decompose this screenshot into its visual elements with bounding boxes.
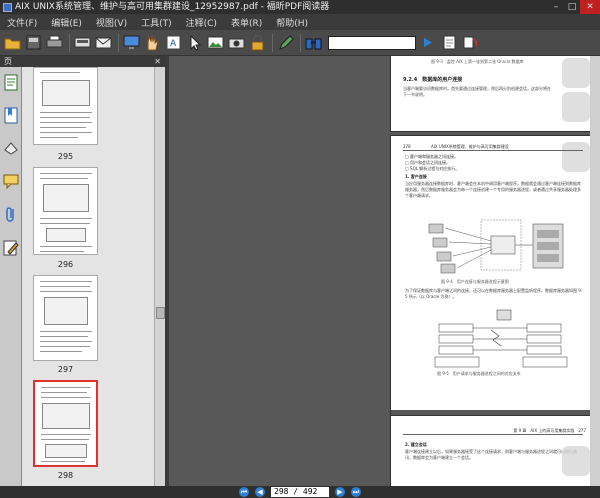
sidebar-scrollbar[interactable] bbox=[154, 67, 165, 486]
menu-edit[interactable]: 编辑(E) bbox=[44, 16, 89, 29]
section-heading: 1. 客户连接 bbox=[405, 174, 427, 179]
document-scrollbar[interactable] bbox=[590, 56, 600, 486]
maximize-button[interactable]: □ bbox=[564, 0, 580, 14]
body-text: 客户端连接建立以后，如果服务器接受了这个连接请求，则客户端与服务器进程之间就可以… bbox=[405, 449, 577, 460]
watermark bbox=[562, 58, 590, 88]
process-diagram bbox=[434, 309, 568, 368]
page-number: 278 bbox=[403, 144, 411, 149]
window-title: AIX UNIX系统管理、维护与高可用集群建设_12952987.pdf - 福… bbox=[15, 2, 330, 12]
figure-caption: 图 9-5 用户请求与服务器进程之间的对应关系 bbox=[437, 371, 521, 376]
sidebar-close-icon[interactable]: ✕ bbox=[154, 56, 161, 67]
first-page-icon[interactable]: ⏮ bbox=[239, 487, 249, 497]
body-text: 为了保证数据库与客户端之间的连接，还可以在数据库服务器上配置监听程序，数据库服务… bbox=[405, 288, 583, 299]
figure-caption: 图 9-3 监控 AIX 上第一张到第二张 Oracle 数据库 bbox=[431, 59, 524, 64]
menu-view[interactable]: 视图(V) bbox=[89, 16, 134, 29]
section-heading: 9.2.4 数据库的用户连接 bbox=[403, 77, 463, 83]
sign-tab[interactable] bbox=[2, 237, 20, 257]
binoculars-icon[interactable] bbox=[304, 33, 323, 52]
network-diagram bbox=[428, 219, 564, 274]
menu-help[interactable]: 帮助(H) bbox=[269, 16, 315, 29]
email-icon[interactable] bbox=[94, 33, 113, 52]
toolbar-separator bbox=[69, 33, 70, 52]
thumbnail-panel: 295 296 297 298 bbox=[22, 67, 154, 486]
print-icon[interactable] bbox=[24, 33, 43, 52]
next-page-icon[interactable]: ▶ bbox=[335, 487, 345, 497]
rotate-icon[interactable] bbox=[461, 33, 480, 52]
body-text: 当客户端要访问数据库时，首先要通过连接管理，然后再分别创建会话，这部分将在下一节… bbox=[403, 86, 551, 97]
snapshot-icon[interactable] bbox=[227, 33, 246, 52]
fit-page-icon[interactable] bbox=[440, 33, 459, 52]
body-text: 当应用服务器连接数据库时，客户端会在本机中调用客户端程序，数据就会通过客户端连接… bbox=[405, 181, 581, 198]
thumbnail-label: 295 bbox=[57, 152, 74, 161]
lock-icon[interactable] bbox=[248, 33, 267, 52]
menu-bar: 文件(F) 编辑(E) 视图(V) 工具(T) 注释(C) 表单(R) 帮助(H… bbox=[0, 14, 600, 30]
menu-file[interactable]: 文件(F) bbox=[0, 16, 44, 29]
menu-comments[interactable]: 注释(C) bbox=[179, 16, 224, 29]
sidebar-header: 页 ✕ bbox=[0, 56, 165, 67]
open-icon[interactable] bbox=[3, 33, 22, 52]
last-page-icon[interactable]: ⏭ bbox=[351, 487, 361, 497]
page-thumbnail-298[interactable] bbox=[33, 380, 98, 467]
close-button[interactable]: ✕ bbox=[580, 0, 600, 14]
prev-page-icon[interactable]: ◀ bbox=[255, 487, 265, 497]
page-thumbnail-295[interactable] bbox=[33, 67, 98, 145]
pdf-page-next: 第 9 章 AIX 上的高可用集群实践 277 2. 建立会话 客户端连接建立以… bbox=[391, 416, 596, 486]
svg-text:A: A bbox=[170, 39, 177, 49]
watermark bbox=[562, 142, 590, 172]
thumbnail-label: 297 bbox=[57, 365, 74, 374]
select-text-icon[interactable]: A bbox=[164, 33, 183, 52]
menu-tools[interactable]: 工具(T) bbox=[134, 16, 179, 29]
scan-icon[interactable] bbox=[73, 33, 92, 52]
status-bar: ⏮ ◀ 298 / 492 ▶ ⏭ bbox=[0, 486, 600, 498]
pdf-page-top: 图 9-3 监控 AIX 上第一张到第二张 Oracle 数据库 9.2.4 数… bbox=[391, 56, 596, 131]
watermark bbox=[562, 446, 590, 476]
thumbnail-label: 298 bbox=[57, 471, 74, 480]
page-thumbnail-296[interactable] bbox=[33, 167, 98, 255]
sidebar-tab-strip bbox=[0, 67, 22, 486]
page-number-input[interactable]: 298 / 492 bbox=[271, 487, 329, 497]
sidebar-title: 页 bbox=[4, 57, 12, 66]
watermark bbox=[562, 92, 590, 122]
pen-icon[interactable] bbox=[276, 33, 295, 52]
printer-icon[interactable] bbox=[45, 33, 64, 52]
hand-icon[interactable] bbox=[143, 33, 162, 52]
pointer-icon[interactable] bbox=[185, 33, 204, 52]
document-view[interactable]: 图 9-3 监控 AIX 上第一张到第二张 Oracle 数据库 9.2.4 数… bbox=[169, 56, 600, 486]
section-heading: 2. 建立会话 bbox=[405, 442, 427, 447]
search-next-icon[interactable] bbox=[419, 33, 438, 52]
sidebar-scroll-thumb[interactable] bbox=[156, 307, 165, 319]
toolbar-separator bbox=[118, 33, 119, 52]
toolbar-separator bbox=[300, 33, 301, 52]
menu-forms[interactable]: 表单(R) bbox=[224, 16, 269, 29]
toolbar: A bbox=[0, 30, 600, 56]
pages-tab[interactable] bbox=[2, 72, 20, 92]
minimize-button[interactable]: – bbox=[548, 0, 564, 14]
page-thumbnail-297[interactable] bbox=[33, 275, 98, 361]
thumbnail-label: 296 bbox=[57, 260, 74, 269]
search-input[interactable] bbox=[328, 35, 416, 50]
title-bar: AIX UNIX系统管理、维护与高可用集群建设_12952987.pdf - 福… bbox=[0, 0, 600, 14]
monitor-icon[interactable] bbox=[122, 33, 141, 52]
figure-caption: 图 9-4 用户连接与服务器进程示意图 bbox=[441, 279, 509, 284]
toolbar-separator bbox=[272, 33, 273, 52]
bookmarks-tab[interactable] bbox=[2, 105, 20, 125]
image-icon[interactable] bbox=[206, 33, 225, 52]
app-icon bbox=[3, 2, 12, 12]
attachments-tab[interactable] bbox=[2, 204, 20, 224]
comments-tab[interactable] bbox=[2, 171, 20, 191]
layers-tab[interactable] bbox=[2, 138, 20, 158]
bullet-item: □ SQL 解析过程与对应执行。 bbox=[405, 166, 460, 171]
